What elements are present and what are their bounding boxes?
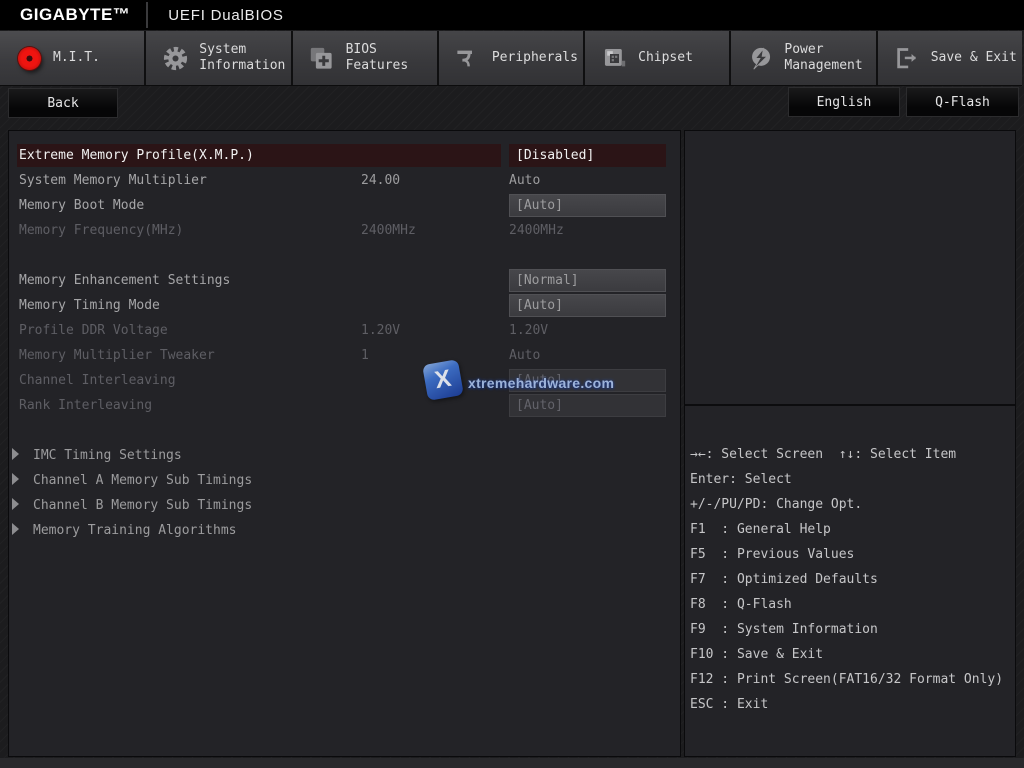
submenu-arrow-icon	[12, 448, 19, 460]
tab-bar: M.I.T. System Information BIOS Features Per…	[0, 31, 1022, 86]
settings-row[interactable]: Extreme Memory Profile(X.M.P.) [Disabled]	[9, 143, 680, 168]
tab-label: M.I.T.	[53, 50, 100, 66]
settings-panel: Extreme Memory Profile(X.M.P.) [Disabled]…	[8, 130, 681, 757]
gear-icon	[160, 43, 190, 73]
submenu-arrow-icon	[12, 523, 19, 535]
titlebar-divider	[146, 2, 148, 28]
setting-value: Auto	[509, 344, 666, 367]
uefi-dualbios-title: UEFI DualBIOS	[168, 7, 283, 24]
title-bar: GIGABYTE™ UEFI DualBIOS	[0, 0, 1024, 30]
hotkey-line: F5 : Previous Values	[690, 542, 1014, 567]
exit-door-icon	[892, 43, 922, 73]
chipset-icon	[599, 43, 629, 73]
gigabyte-logo: GIGABYTE™	[20, 5, 130, 25]
peripherals-icon	[453, 43, 483, 73]
setting-label: Extreme Memory Profile(X.M.P.)	[17, 144, 501, 167]
hotkey-line: →←: Select Screen ↑↓: Select Item	[690, 442, 1014, 467]
submenu-arrow-icon	[12, 498, 19, 510]
row-spacer	[9, 418, 680, 443]
tab-label: System Information	[199, 42, 285, 74]
setting-current-value: 24.00	[361, 169, 400, 192]
setting-value[interactable]: [Auto]	[509, 369, 666, 392]
hotkey-line: ESC : Exit	[690, 692, 1014, 717]
setting-value: 2400MHz	[509, 219, 666, 242]
tab-label: Chipset	[638, 50, 693, 66]
settings-row[interactable]: System Memory Multiplier24.00 Auto	[9, 168, 680, 193]
setting-label: Memory Multiplier Tweaker	[19, 344, 499, 367]
tab-m-i-t[interactable]: M.I.T.	[0, 31, 144, 85]
setting-label: Channel Interleaving	[19, 369, 499, 392]
tab-label: Power Management	[784, 42, 862, 74]
settings-row[interactable]: Memory Timing Mode [Auto]	[9, 293, 680, 318]
hotkey-legend: →←: Select Screen ↑↓: Select ItemEnter: …	[690, 442, 1014, 717]
setting-label: System Memory Multiplier	[19, 169, 499, 192]
setting-current-value: 1.20V	[361, 319, 400, 342]
tab-label: Peripherals	[492, 50, 578, 66]
tab-system-information[interactable]: System Information	[146, 31, 290, 85]
settings-row[interactable]: Memory Boot Mode [Auto]	[9, 193, 680, 218]
red-dot-icon	[14, 43, 44, 73]
back-button[interactable]: Back	[8, 88, 118, 118]
row-spacer	[9, 243, 680, 268]
submenu-label: Channel B Memory Sub Timings	[33, 494, 513, 517]
settings-rows: Extreme Memory Profile(X.M.P.) [Disabled]…	[9, 143, 680, 543]
tab-peripherals[interactable]: Peripherals	[439, 31, 583, 85]
submenu-label: IMC Timing Settings	[33, 444, 513, 467]
setting-label: Rank Interleaving	[19, 394, 499, 417]
submenu-label: Memory Training Algorithms	[33, 519, 513, 542]
settings-row[interactable]: Rank Interleaving [Auto]	[9, 393, 680, 418]
bottom-strip	[0, 758, 1024, 768]
submenu-label: Channel A Memory Sub Timings	[33, 469, 513, 492]
settings-row[interactable]: Memory Frequency(MHz)2400MHz2400MHz	[9, 218, 680, 243]
setting-value[interactable]: [Normal]	[509, 269, 666, 292]
bios-chip-icon	[307, 43, 337, 73]
settings-row[interactable]: Memory Enhancement Settings [Normal]	[9, 268, 680, 293]
tab-save-exit[interactable]: Save & Exit	[878, 31, 1022, 85]
setting-label: Memory Frequency(MHz)	[19, 219, 499, 242]
submenu-item[interactable]: Channel A Memory Sub Timings	[9, 468, 680, 493]
setting-label: Memory Boot Mode	[19, 194, 499, 217]
setting-current-value: 1	[361, 344, 369, 367]
setting-current-value: 2400MHz	[361, 219, 416, 242]
setting-value: 1.20V	[509, 319, 666, 342]
hotkey-line: F9 : System Information	[690, 617, 1014, 642]
power-bolt-icon	[745, 43, 775, 73]
hotkey-line: +/-/PU/PD: Change Opt.	[690, 492, 1014, 517]
qflash-button[interactable]: Q-Flash	[906, 87, 1019, 117]
settings-row[interactable]: Memory Multiplier Tweaker1 Auto	[9, 343, 680, 368]
setting-label: Memory Enhancement Settings	[19, 269, 499, 292]
setting-value[interactable]: [Disabled]	[509, 144, 666, 167]
hotkey-line: F8 : Q-Flash	[690, 592, 1014, 617]
hotkey-line: F10 : Save & Exit	[690, 642, 1014, 667]
bios-screen: GIGABYTE™ UEFI DualBIOS M.I.T. System Inf…	[0, 0, 1024, 768]
setting-value[interactable]: [Auto]	[509, 294, 666, 317]
hotkey-line: F1 : General Help	[690, 517, 1014, 542]
submenu-arrow-icon	[12, 473, 19, 485]
help-panel-divider	[685, 404, 1015, 406]
setting-label: Profile DDR Voltage	[19, 319, 499, 342]
submenu-item[interactable]: Channel B Memory Sub Timings	[9, 493, 680, 518]
submenu-item[interactable]: IMC Timing Settings	[9, 443, 680, 468]
hotkey-line: Enter: Select	[690, 467, 1014, 492]
tab-bios-features[interactable]: BIOS Features	[293, 31, 437, 85]
setting-value[interactable]: [Auto]	[509, 394, 666, 417]
tab-label: Save & Exit	[931, 50, 1017, 66]
tab-chipset[interactable]: Chipset	[585, 31, 729, 85]
setting-label: Memory Timing Mode	[19, 294, 499, 317]
hotkey-line: F12 : Print Screen(FAT16/32 Format Only)	[690, 667, 1014, 692]
setting-value[interactable]: [Auto]	[509, 194, 666, 217]
submenu-item[interactable]: Memory Training Algorithms	[9, 518, 680, 543]
settings-row[interactable]: Profile DDR Voltage1.20V1.20V	[9, 318, 680, 343]
language-button[interactable]: English	[788, 87, 900, 117]
help-panel: →←: Select Screen ↑↓: Select ItemEnter: …	[684, 130, 1016, 757]
hotkey-line: F7 : Optimized Defaults	[690, 567, 1014, 592]
tab-label: BIOS Features	[346, 42, 409, 74]
settings-row[interactable]: Channel Interleaving [Auto]	[9, 368, 680, 393]
tab-power-management[interactable]: Power Management	[731, 31, 875, 85]
setting-value: Auto	[509, 169, 666, 192]
